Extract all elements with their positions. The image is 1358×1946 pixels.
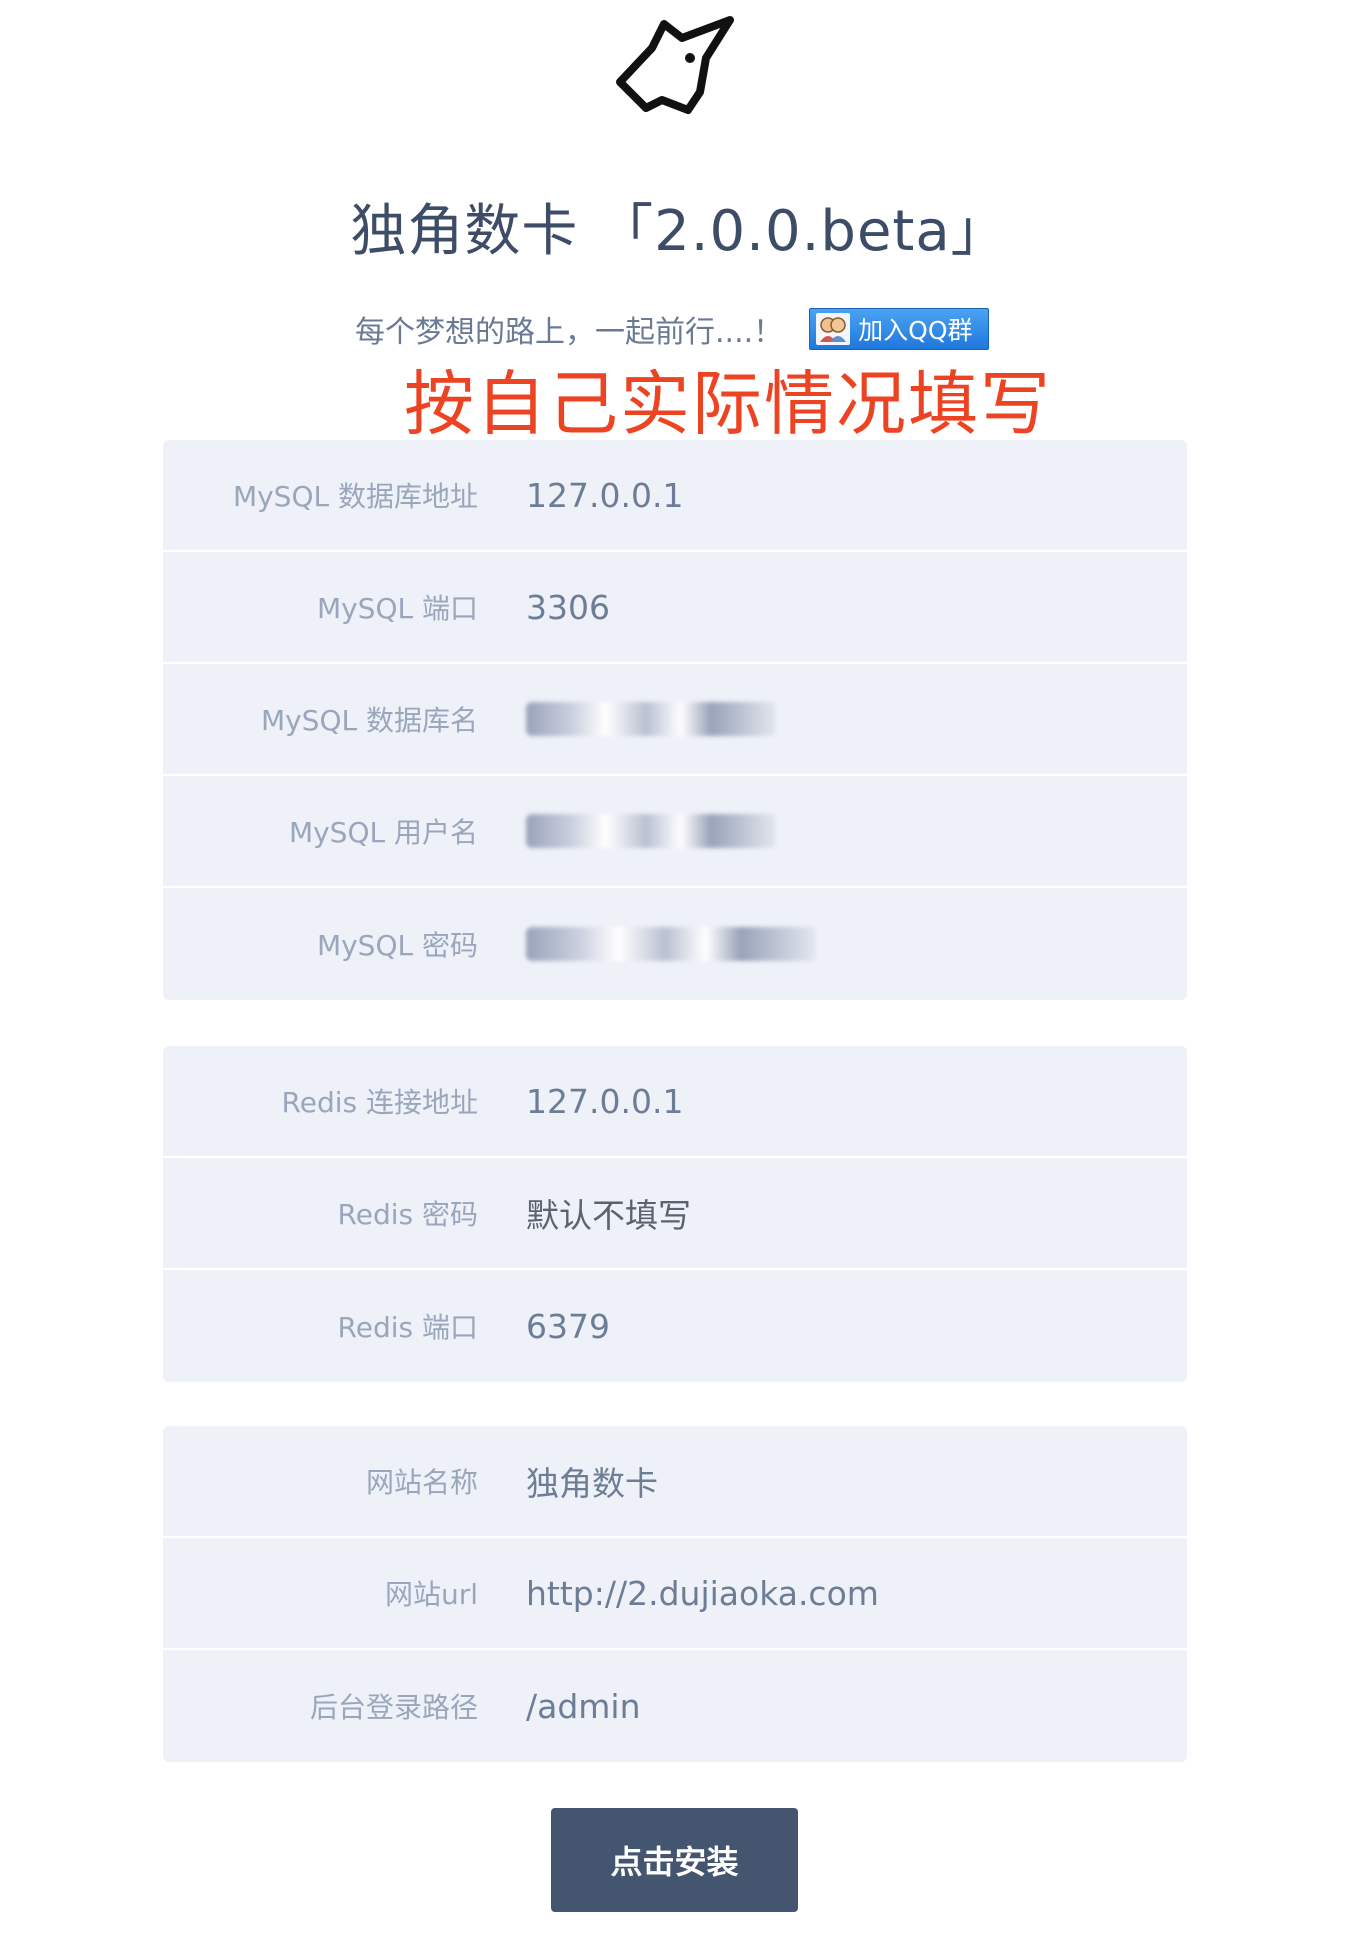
mysql-settings-group: MySQL 数据库地址 127.0.0.1 MySQL 端口 3306 MySQ…: [163, 440, 1187, 1000]
mysql-password-input[interactable]: [526, 927, 1187, 961]
site-name-input[interactable]: 独角数卡: [526, 1457, 1187, 1505]
mysql-username-row: MySQL 用户名: [163, 776, 1187, 888]
redis-port-input[interactable]: 6379: [526, 1307, 1187, 1346]
install-button[interactable]: 点击安装: [551, 1808, 798, 1912]
mysql-database-label: MySQL 数据库名: [260, 704, 478, 737]
site-settings-group: 网站名称 独角数卡 网站url http://2.dujiaoka.com 后台…: [163, 1426, 1187, 1762]
site-url-input[interactable]: http://2.dujiaoka.com: [526, 1574, 1187, 1613]
mysql-host-row: MySQL 数据库地址 127.0.0.1: [163, 440, 1187, 552]
mysql-port-row: MySQL 端口 3306: [163, 552, 1187, 664]
redis-host-label: Redis 连接地址: [281, 1086, 478, 1119]
blurred-value: [526, 702, 776, 736]
mysql-username-input[interactable]: [526, 814, 1187, 848]
mysql-port-input[interactable]: 3306: [526, 588, 1187, 627]
redis-password-label: Redis 密码: [337, 1198, 478, 1231]
admin-path-label: 后台登录路径: [309, 1691, 478, 1724]
redis-host-row: Redis 连接地址 127.0.0.1: [163, 1046, 1187, 1158]
mysql-username-label: MySQL 用户名: [288, 816, 478, 849]
redis-host-input[interactable]: 127.0.0.1: [526, 1082, 1187, 1121]
unicorn-logo-icon: [616, 16, 734, 114]
mysql-host-input[interactable]: 127.0.0.1: [526, 476, 1187, 515]
redis-password-row: Redis 密码 默认不填写: [163, 1158, 1187, 1270]
join-qq-group-button[interactable]: 加入QQ群: [809, 308, 990, 350]
site-url-row: 网站url http://2.dujiaoka.com: [163, 1538, 1187, 1650]
mysql-port-label: MySQL 端口: [316, 592, 478, 625]
fill-instructions-note: 按自己实际情况填写: [404, 363, 1052, 445]
mysql-password-label: MySQL 密码: [316, 929, 478, 962]
admin-path-input[interactable]: /admin: [526, 1687, 1187, 1726]
mysql-database-input[interactable]: [526, 702, 1187, 736]
qq-group-icon: [816, 313, 851, 345]
site-url-label: 网站url: [384, 1578, 478, 1611]
mysql-password-row: MySQL 密码: [163, 888, 1187, 1000]
site-name-row: 网站名称 独角数卡: [163, 1426, 1187, 1538]
mysql-database-row: MySQL 数据库名: [163, 664, 1187, 776]
slogan: 每个梦想的路上，一起前行....！: [355, 315, 784, 350]
join-qq-group-label: 加入QQ群: [858, 316, 973, 345]
mysql-host-label: MySQL 数据库地址: [232, 480, 478, 513]
subtitle-row: 每个梦想的路上，一起前行....！ 加入QQ群: [355, 304, 990, 354]
site-name-label: 网站名称: [365, 1466, 478, 1499]
blurred-value: [526, 814, 776, 848]
redis-password-input[interactable]: 默认不填写: [526, 1189, 1187, 1237]
admin-path-row: 后台登录路径 /admin: [163, 1650, 1187, 1762]
redis-port-row: Redis 端口 6379: [163, 1270, 1187, 1382]
redis-port-label: Redis 端口: [337, 1311, 478, 1344]
blurred-value: [526, 927, 816, 961]
redis-settings-group: Redis 连接地址 127.0.0.1 Redis 密码 默认不填写 Redi…: [163, 1046, 1187, 1382]
page-title: 独角数卡 「2.0.0.beta」: [350, 199, 1008, 264]
